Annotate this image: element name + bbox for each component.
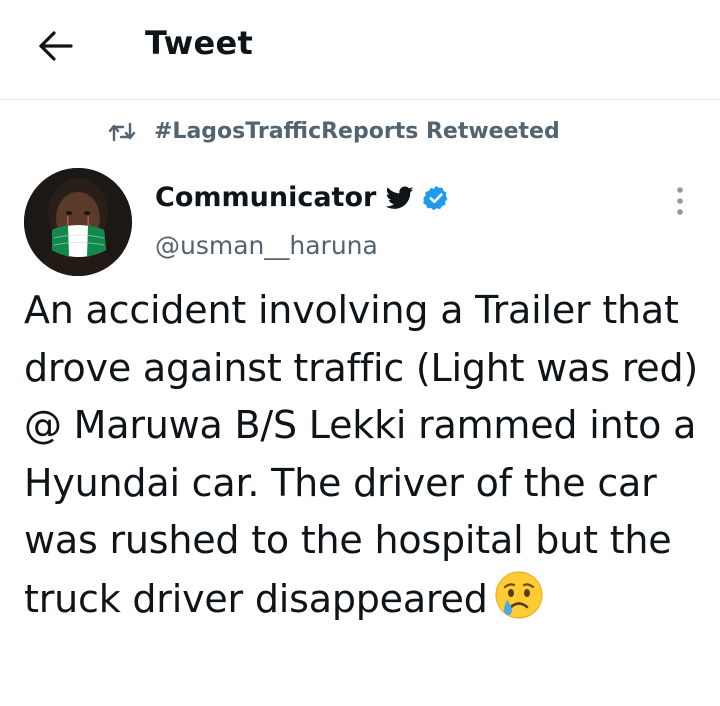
retweet-label: #LagosTrafficReports Retweeted	[154, 119, 560, 144]
page-title: Tweet	[145, 24, 254, 62]
tweet-text: An accident involving a Trailer that dro…	[24, 288, 699, 621]
retweet-context[interactable]: #LagosTrafficReports Retweeted	[108, 119, 560, 144]
crying-face-emoji	[494, 570, 544, 637]
arrow-left-icon	[37, 29, 75, 63]
verified-badge-icon	[422, 184, 450, 212]
tweet-body: An accident involving a Trailer that dro…	[24, 282, 704, 636]
more-options-button[interactable]	[664, 184, 696, 218]
more-vertical-icon	[675, 186, 685, 216]
back-button[interactable]	[30, 22, 82, 70]
twitter-bird-icon	[386, 185, 414, 210]
author-handle[interactable]: @usman__haruna	[155, 231, 378, 260]
top-bar: Tweet	[0, 0, 720, 100]
author-row: Communicator	[155, 182, 450, 213]
retweet-icon	[108, 121, 136, 143]
author-name[interactable]: Communicator	[155, 182, 376, 213]
avatar[interactable]	[24, 168, 132, 276]
